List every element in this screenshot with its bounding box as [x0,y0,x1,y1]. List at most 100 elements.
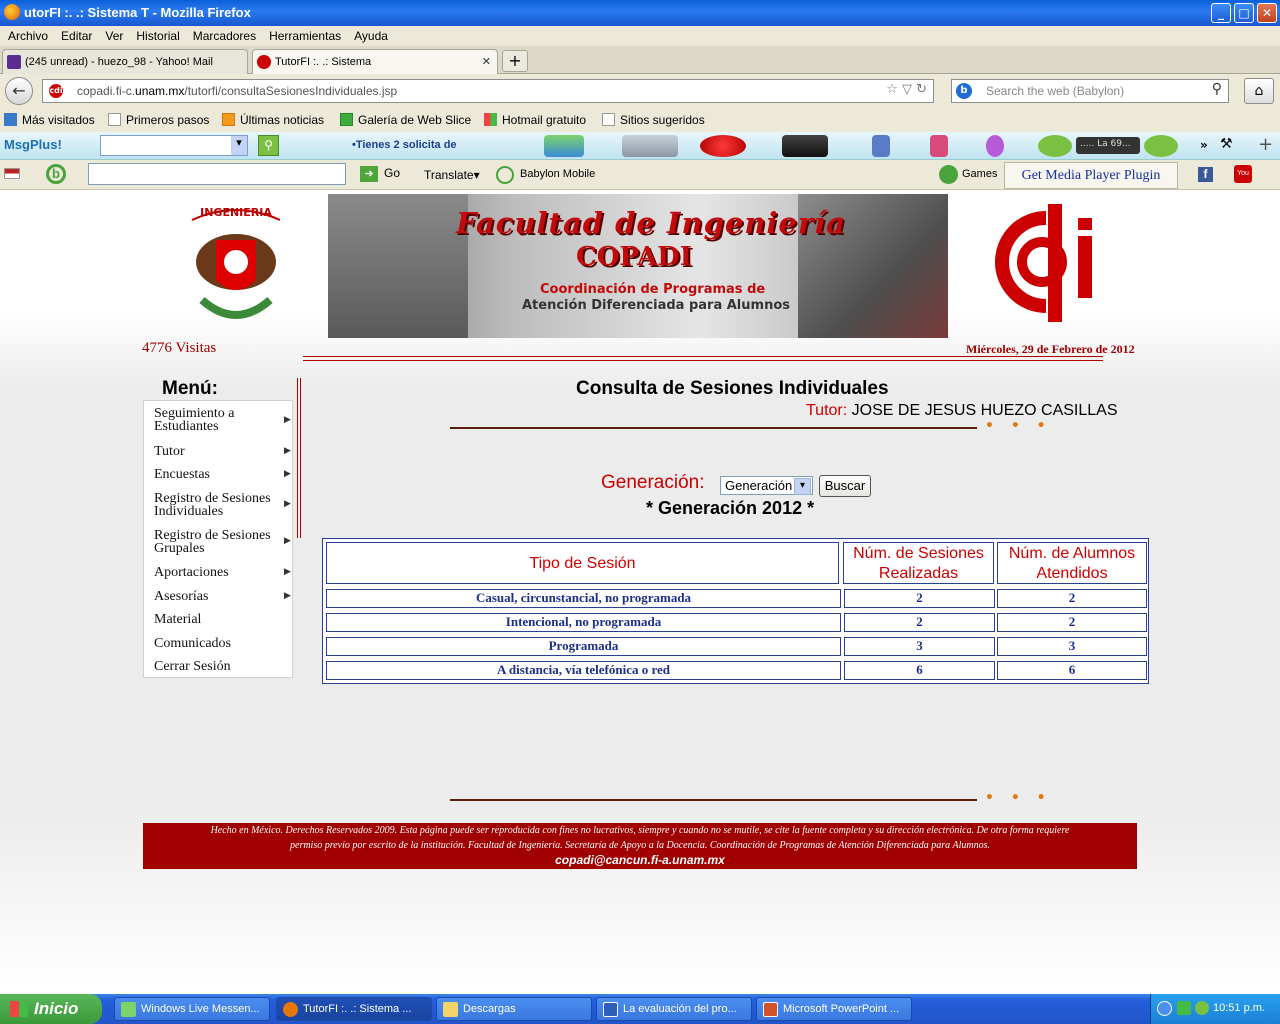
phone-icon[interactable] [782,135,828,157]
babylon-logo-icon[interactable]: b [46,164,66,184]
navigation-bar: ← cdi copadi.fi-c.unam.mx/tutorfi/consul… [0,74,1280,108]
bookmark-web-slice[interactable]: Galería de Web Slice [340,113,471,127]
tutor-label: Tutor: [806,402,848,419]
sidebar-item-seguimiento[interactable]: Seguimiento a Estudiantes [154,407,292,434]
search-icon[interactable]: ⚲ [1212,81,1222,97]
sidebar-item-comunicados[interactable]: Comunicados [154,637,231,651]
menu-marcadores[interactable]: Marcadores [193,26,256,43]
task-descargas[interactable]: Descargas [436,997,592,1021]
task-powerpoint[interactable]: Microsoft PowerPoint ... [756,997,912,1021]
sidebar-item-asesorias[interactable]: Asesorías [154,590,208,604]
generacion-title: * Generación 2012 * [646,498,815,518]
header-divider [303,360,1103,361]
babylon-icon[interactable]: b [956,83,972,99]
get-media-player-button[interactable]: Get Media Player Plugin [1004,162,1178,189]
sidebar-item-aportaciones[interactable]: Aportaciones [154,566,229,580]
music-status[interactable]: ..... La 69... [1076,137,1140,154]
close-tab-icon[interactable]: ✕ [482,55,491,68]
windows-taskbar: Inicio Windows Live Messen... TutorFI :.… [0,994,1280,1024]
games-link[interactable]: Games [962,168,997,180]
facebook-icon[interactable]: f [1198,167,1213,182]
us-flag-icon[interactable] [4,168,20,179]
task-firefox[interactable]: TutorFI :. .: Sistema ... [276,997,432,1021]
sidebar-item-material[interactable]: Material [154,613,201,627]
media-play-icon[interactable] [1038,135,1072,157]
youtube-icon[interactable]: You [1234,165,1252,183]
bookmark-hotmail[interactable]: Hotmail gratuito [484,113,586,127]
tray-expand-icon[interactable] [1157,1001,1172,1016]
add-icon[interactable]: + [1258,134,1273,155]
babylon-search-input[interactable] [88,163,346,185]
messenger-tray-icon[interactable] [1177,1001,1191,1015]
menu-ver[interactable]: Ver [105,26,123,43]
msgplus-search-icon[interactable]: ⚲ [258,135,279,156]
contact-icon[interactable] [872,135,890,157]
banner-building-photo [328,194,468,338]
back-button[interactable]: ← [5,77,33,105]
generacion-select[interactable]: Generación [720,476,813,495]
folder-icon [443,1002,458,1017]
new-tab-button[interactable]: + [502,50,528,72]
bookmark-mas-visitados[interactable]: Más visitados [4,113,95,127]
bookmarks-bar: Más visitados Primeros pasos Últimas not… [0,108,1280,132]
bookmark-ultimas-noticias[interactable]: Últimas noticias [222,113,324,127]
buscar-button[interactable]: Buscar [819,475,871,497]
start-button[interactable]: Inicio [0,994,102,1024]
sidebar-item-sesiones-grupales[interactable]: Registro de Sesiones Grupales [154,529,280,556]
footer-text-2: permiso previo por escrito de la institu… [290,840,990,851]
footer-text-1: Hecho en México. Derechos Reservados 200… [210,825,1070,836]
table-cell: 2 [997,613,1147,632]
home-button[interactable]: ⌂ [1244,78,1274,104]
task-word[interactable]: La evaluación del pro... [596,997,752,1021]
games-controller-icon[interactable] [622,135,678,157]
wrench-icon[interactable]: ⚒ [1220,136,1233,152]
copadi-banner: Facultad de Ingeniería COPADI Coordinaci… [328,194,948,338]
task-messenger[interactable]: Windows Live Messen... [114,997,270,1021]
window-title-bar: utorFI :. .: Sistema T - Mozilla Firefox… [0,0,1280,26]
media-controls-icon[interactable] [1144,135,1178,157]
menu-ayuda[interactable]: Ayuda [354,26,388,43]
close-button[interactable]: ✕ [1257,3,1277,23]
sidebar-item-encuestas[interactable]: Encuestas [154,468,210,482]
babylon-mobile-link[interactable]: Babylon Mobile [520,168,595,180]
maximize-button[interactable]: □ [1234,3,1254,23]
go-button[interactable]: ➜ Go [360,166,400,182]
more-icon[interactable]: » [1200,138,1208,152]
messenger-people-icon[interactable] [544,135,584,157]
msgplus-dropdown[interactable] [100,135,248,156]
emoticon-icon[interactable] [986,135,1004,157]
bookmark-star-icon[interactable]: ☆ ▽ ↻ [886,82,927,97]
table-cell: 2 [844,589,995,608]
bookmark-sitios-sugeridos[interactable]: Sitios sugeridos [602,113,705,127]
sidebar-item-tutor[interactable]: Tutor [154,445,185,459]
footer-email[interactable]: copadi@cancun.fi-a.unam.mx [143,853,1137,867]
powerpoint-icon [763,1002,778,1017]
table-header: Núm. de Alumnos Atendidos [997,542,1147,584]
search-bar[interactable]: b Search the web (Babylon) ⚲ [951,79,1229,103]
clock[interactable]: 10:51 p.m. [1213,1002,1265,1014]
tutor-line: Tutor: JOSE DE JESUS HUEZO CASILLAS [806,402,1118,420]
menu-archivo[interactable]: Archivo [8,26,48,43]
sidebar-item-sesiones-individuales[interactable]: Registro de Sesiones Individuales [154,492,280,519]
msgplus-notice[interactable]: •Tienes 2 solicita de [352,139,457,151]
footer-divider [450,799,977,801]
tab-yahoo-mail[interactable]: (245 unread) - huezo_98 - Yahoo! Mail [2,49,248,74]
translate-button[interactable]: Translate▾ [424,168,480,182]
menu-herramientas[interactable]: Herramientas [269,26,341,43]
menu-editar[interactable]: Editar [61,26,92,43]
sidebar-item-cerrar-sesion[interactable]: Cerrar Sesión [154,660,231,674]
bookmark-primeros-pasos[interactable]: Primeros pasos [108,113,209,127]
banner-subtitle: COPADI [576,242,692,272]
gift-icon[interactable] [930,135,948,157]
sidebar-divider [297,378,298,538]
menu-historial[interactable]: Historial [136,26,179,43]
table-cell: A distancia, vía telefónica o red [326,661,841,680]
heart-icon[interactable] [700,135,746,157]
tab-tutorfi[interactable]: TutorFI :. .: Sistema ✕ [252,49,498,74]
minimize-button[interactable]: _ [1211,3,1231,23]
address-bar[interactable]: cdi copadi.fi-c.unam.mx/tutorfi/consulta… [42,79,934,103]
banner-line-1: Coordinación de Programas de [540,282,766,297]
chevron-right-icon: ▶ [284,446,291,456]
babylon-tray-icon[interactable] [1195,1001,1209,1015]
msgplus-logo[interactable]: MsgPlus! [4,137,62,152]
